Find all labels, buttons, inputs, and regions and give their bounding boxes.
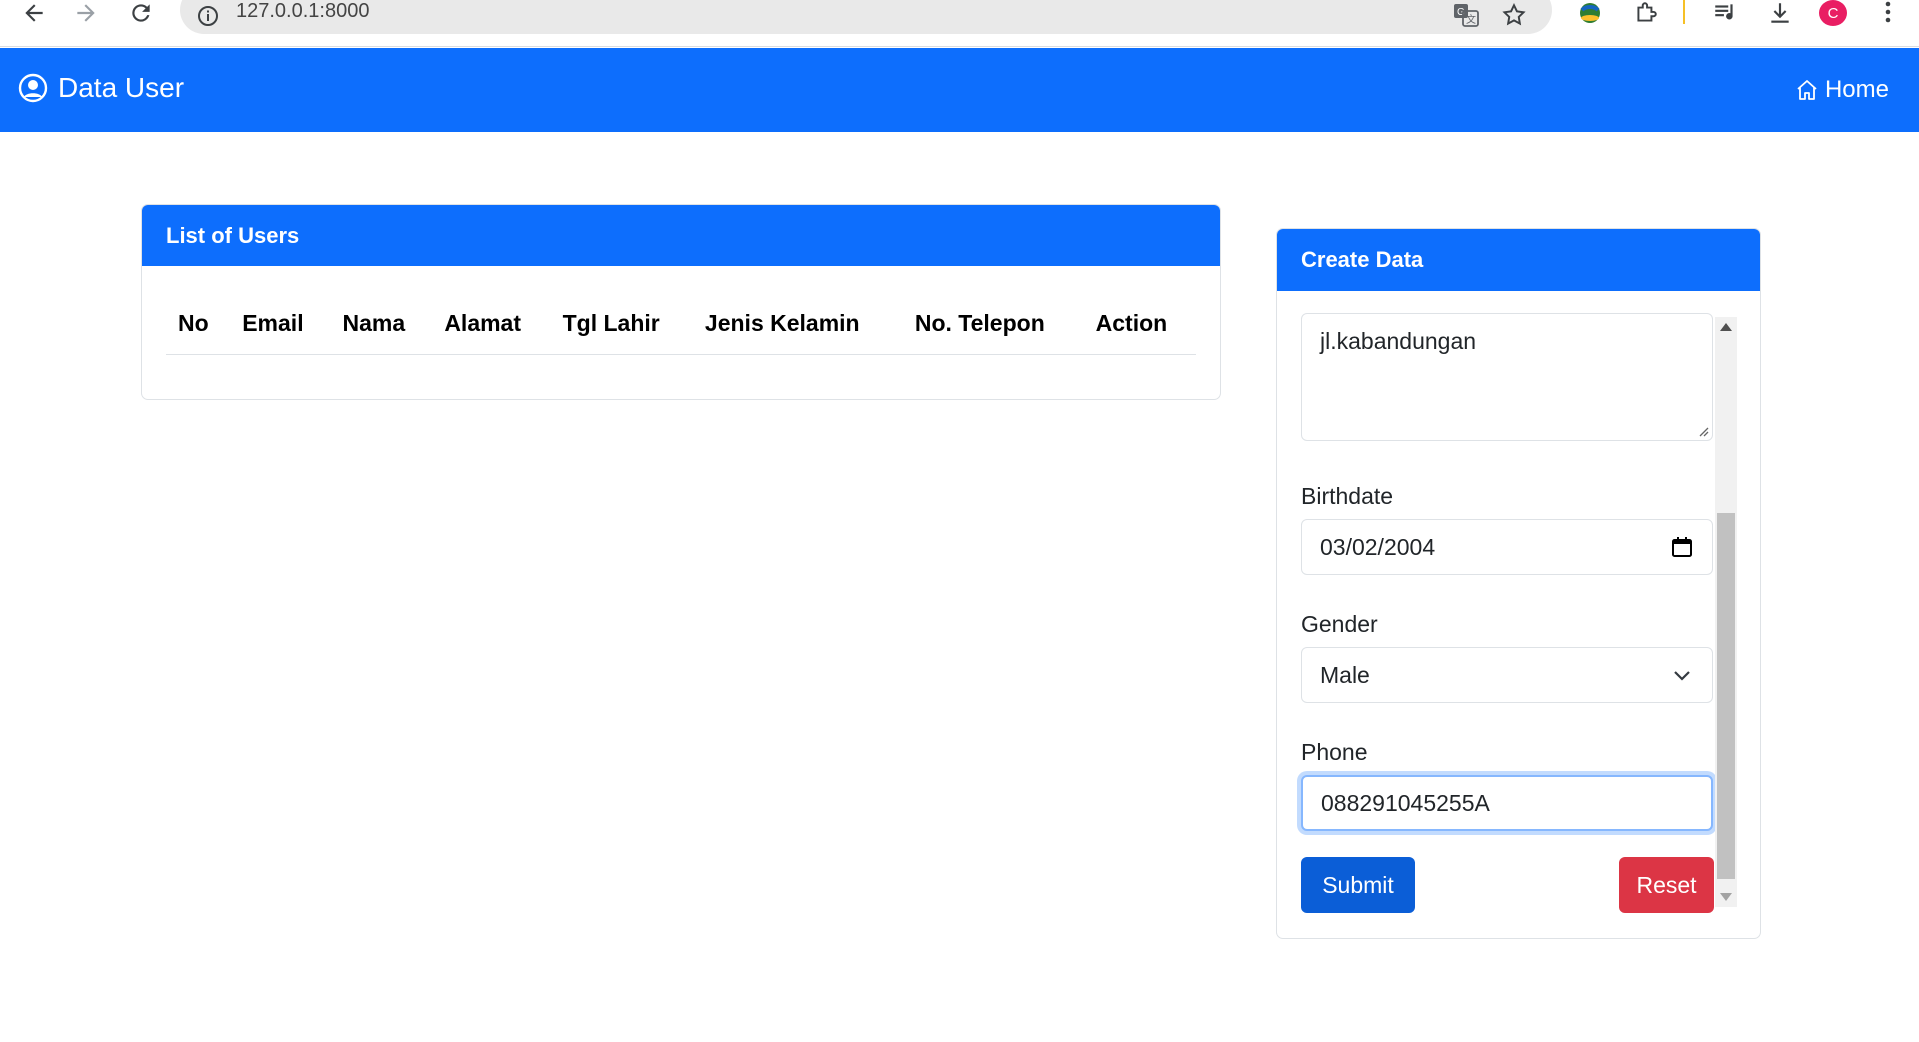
home-link[interactable]: Home [1795, 76, 1889, 104]
address-textarea[interactable]: jl.kabandungan [1301, 313, 1713, 441]
column-header-no-telepon: No. Telepon [902, 290, 1084, 355]
forward-button[interactable] [66, 0, 106, 26]
column-header-email: Email [230, 290, 331, 355]
phone-label: Phone [1301, 739, 1368, 765]
create-data-card: Create Data jl.kabandungan Birthdate 03/… [1276, 228, 1761, 939]
puzzle-icon[interactable] [1628, 0, 1664, 28]
column-header-no: No [166, 290, 231, 355]
reset-button[interactable]: Reset [1619, 857, 1714, 913]
navbar-brand[interactable]: Data User [18, 72, 184, 104]
column-header-action: Action [1083, 290, 1196, 355]
birthdate-label: Birthdate [1301, 483, 1394, 509]
back-button[interactable] [14, 0, 54, 26]
phone-value: 088291045255A [1321, 789, 1490, 816]
home-link-label: Home [1824, 76, 1889, 103]
profile-avatar[interactable]: C [1819, 0, 1847, 26]
user-circle-icon [18, 73, 48, 103]
gender-selected-value: Male [1320, 661, 1370, 688]
address-value: jl.kabandungan [1320, 328, 1477, 354]
scrollbar-thumb[interactable] [1717, 513, 1735, 879]
phone-input[interactable]: 088291045255A [1301, 775, 1713, 831]
toolbar-separator [1683, 0, 1685, 24]
reload-button[interactable] [121, 0, 161, 26]
create-form-scroll-area[interactable]: jl.kabandungan Birthdate 03/02/2004 Gend… [1277, 291, 1760, 938]
app-navbar: Data User Home [0, 48, 1919, 132]
url-text[interactable]: 127.0.0.1:8000 [236, 0, 369, 23]
users-table: No Email Nama Alamat Tgl Lahir Jenis Kel… [166, 290, 1196, 355]
brand-title: Data User [58, 72, 185, 103]
media-controls-icon[interactable] [1707, 0, 1743, 28]
birthdate-input[interactable]: 03/02/2004 [1301, 519, 1713, 575]
users-card-header: List of Users [142, 205, 1220, 266]
svg-text:文: 文 [1466, 13, 1476, 26]
kebab-menu-icon[interactable] [1870, 0, 1906, 28]
star-icon[interactable] [1497, 0, 1531, 30]
browser-toolbar: 127.0.0.1:8000 G文 C [0, 0, 1919, 47]
arrow-right-icon [77, 4, 95, 22]
scroll-down-arrow-icon[interactable] [1720, 893, 1732, 901]
resize-grip-icon[interactable] [1697, 425, 1709, 437]
column-header-tgl-lahir: Tgl Lahir [550, 290, 693, 355]
column-header-nama: Nama [330, 290, 433, 355]
translate-icon[interactable]: G文 [1449, 0, 1483, 30]
scroll-up-arrow-icon[interactable] [1720, 323, 1732, 331]
column-header-alamat: Alamat [432, 290, 551, 355]
gender-select[interactable]: Male [1301, 647, 1713, 703]
column-header-jenis-kelamin: Jenis Kelamin [692, 290, 903, 355]
users-list-card: List of Users No Email Nama Alamat Tgl L… [141, 204, 1221, 400]
form-scrollbar[interactable] [1715, 317, 1737, 907]
chevron-down-icon [1670, 663, 1694, 687]
address-bar[interactable]: 127.0.0.1:8000 G文 [180, 0, 1552, 34]
calendar-icon[interactable] [1670, 535, 1694, 559]
info-icon[interactable] [194, 2, 222, 30]
house-icon [1795, 78, 1819, 102]
users-card-title: List of Users [166, 222, 300, 248]
arrow-left-icon [25, 4, 43, 22]
create-card-header: Create Data [1277, 229, 1760, 291]
download-icon[interactable] [1762, 0, 1798, 28]
reload-icon [132, 4, 150, 22]
create-card-title: Create Data [1301, 247, 1424, 272]
birthdate-value: 03/02/2004 [1320, 533, 1436, 560]
users-table-header-row: No Email Nama Alamat Tgl Lahir Jenis Kel… [166, 290, 1196, 355]
gender-label: Gender [1301, 611, 1378, 637]
globe-extension-icon[interactable] [1572, 0, 1608, 28]
submit-button[interactable]: Submit [1301, 857, 1415, 913]
